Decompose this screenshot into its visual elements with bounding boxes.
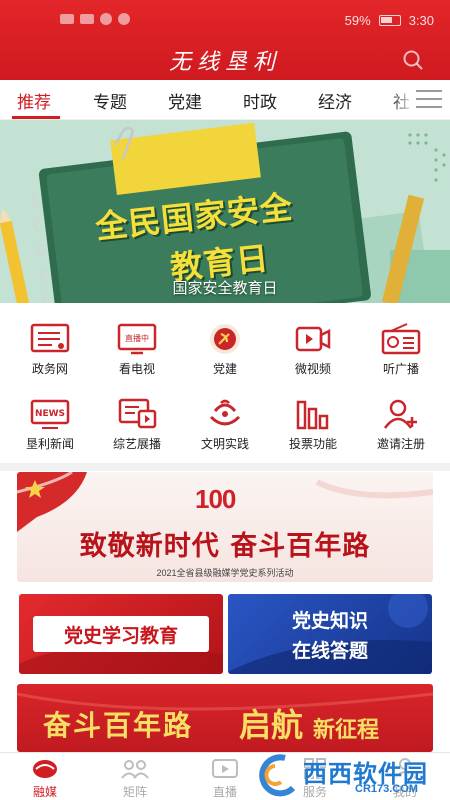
menu-icon[interactable]	[416, 90, 442, 110]
news-icon-text: NEWS	[35, 409, 65, 419]
app-header: 59% 3:30 无线垦利	[0, 0, 450, 80]
battery-icon	[378, 15, 401, 26]
nav-matrix[interactable]: 矩阵	[90, 753, 180, 800]
vote-icon	[296, 400, 329, 430]
invite-user-icon	[383, 399, 417, 429]
app-title: 无线垦利	[168, 50, 281, 75]
journey-title-b: 启航	[239, 706, 304, 744]
status-icons	[60, 13, 130, 25]
tab-economy[interactable]: 经济	[318, 88, 352, 113]
grid-item-civilization-practice[interactable]: 文明实践	[180, 387, 270, 457]
media-home-icon	[33, 760, 57, 778]
clock: 3:30	[408, 13, 434, 28]
journey-banner[interactable]: 奋斗百年路 启航 新征程	[17, 684, 433, 752]
live-tv-icon	[212, 759, 238, 778]
civilization-icon	[209, 399, 241, 426]
grid-item-kenli-news[interactable]: NEWS 垦利新闻	[5, 387, 95, 457]
centenary-banner[interactable]: 100 致敬新时代 奋斗百年路 2021全省县级融媒学党史系列活动	[17, 472, 433, 582]
quiz-card-line1: 党史知识	[291, 610, 368, 632]
grid-item-watch-tv[interactable]: 直播中 看电视	[92, 312, 182, 382]
grid-item-party-building[interactable]: 党建	[180, 312, 270, 382]
feature-grid: 政务网 直播中 看电视 党建 微视频 听广播 NEWS 垦利新闻 综艺展播 文明…	[0, 312, 450, 460]
news-icon: NEWS	[30, 399, 70, 429]
radio-icon	[381, 323, 421, 355]
nav-label: 矩阵	[122, 785, 147, 799]
search-icon[interactable]	[402, 49, 424, 71]
grid-label: 听广播	[382, 362, 419, 376]
signal-icon	[80, 14, 94, 24]
tab-party-building[interactable]: 党建	[168, 88, 202, 113]
centenary-subtitle: 2021全省县级融媒学党史系列活动	[156, 568, 294, 578]
video-icon	[295, 326, 331, 352]
grid-label: 微视频	[294, 362, 331, 376]
grid-item-invite-register[interactable]: 邀请注册	[356, 387, 446, 457]
party-history-study-card[interactable]: 党史学习教育	[19, 594, 223, 674]
site-watermark: 西西软件园 CR173.COM	[255, 750, 450, 800]
variety-icon	[118, 398, 157, 429]
tv-live-text: 直播中	[125, 333, 149, 343]
quiz-card-line2: 在线答题	[291, 640, 368, 662]
battery-percent: 59%	[344, 13, 371, 28]
category-tabs: 推荐 专题 党建 时政 经济 社	[0, 80, 450, 120]
grid-item-gov-web[interactable]: 政务网	[5, 312, 95, 382]
hero-banner[interactable]: 全民国家安全 教育日 国家安全教育日	[0, 120, 450, 303]
grid-item-radio[interactable]: 听广播	[356, 312, 446, 382]
grid-label: 政务网	[31, 362, 68, 376]
active-tab-indicator	[12, 116, 60, 119]
app-notification-icon	[118, 13, 130, 25]
grid-label: 党建	[212, 362, 237, 376]
section-divider	[0, 463, 450, 471]
grid-label: 综艺展播	[112, 437, 161, 451]
grid-item-variety-show[interactable]: 综艺展播	[92, 387, 182, 457]
tv-icon: 直播中	[117, 323, 157, 355]
tab-topics[interactable]: 专题	[93, 88, 127, 113]
journey-title-c: 新征程	[313, 717, 380, 743]
matrix-people-icon	[121, 760, 149, 779]
journey-title-a: 奋斗百年路	[43, 709, 194, 742]
nav-label: 融媒	[32, 785, 57, 799]
grid-item-voting[interactable]: 投票功能	[268, 387, 358, 457]
wifi-icon	[100, 13, 112, 25]
grid-label: 垦利新闻	[25, 437, 74, 451]
tab-recommend[interactable]: 推荐	[17, 88, 51, 113]
sim-icon	[60, 14, 74, 24]
gov-web-icon	[30, 323, 70, 353]
banner-caption: 国家安全教育日	[172, 280, 278, 297]
status-bar: 59% 3:30	[0, 0, 450, 40]
centenary-number: 100	[195, 484, 236, 514]
grid-label: 看电视	[118, 362, 155, 376]
watermark-url: CR173.COM	[355, 783, 418, 795]
grid-label: 邀请注册	[376, 437, 425, 451]
grid-item-micro-video[interactable]: 微视频	[268, 312, 358, 382]
grid-label: 投票功能	[288, 437, 337, 451]
party-emblem-icon	[210, 324, 240, 354]
centenary-title: 致敬新时代 奋斗百年路	[79, 531, 371, 562]
tab-politics[interactable]: 时政	[243, 88, 277, 113]
study-card-title: 党史学习教育	[63, 625, 178, 647]
grid-label: 文明实践	[200, 437, 249, 451]
party-history-quiz-card[interactable]: 党史知识 在线答题	[228, 594, 432, 674]
nav-media[interactable]: 融媒	[0, 753, 90, 800]
